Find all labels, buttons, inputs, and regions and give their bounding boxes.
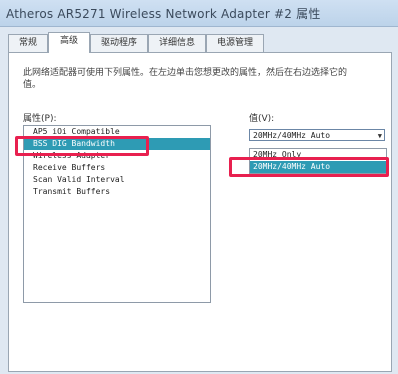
tab-advanced[interactable]: 高级 <box>48 32 90 53</box>
tab-power-management[interactable]: 电源管理 <box>206 34 264 52</box>
list-item[interactable]: Receive Buffers <box>24 162 210 174</box>
value-combobox-text: 20MHz/40MHz Auto <box>253 131 331 140</box>
property-label: 属性(P): <box>23 114 57 124</box>
tab-general[interactable]: 常规 <box>8 34 48 52</box>
tab-strip: 常规 高级 驱动程序 详细信息 电源管理 <box>8 32 390 54</box>
advanced-panel: 此网络适配器可使用下列属性。在左边单击您想更改的属性，然后在右边选择它的值。 属… <box>8 52 392 372</box>
highlight-box-option <box>229 157 389 177</box>
highlight-box-property <box>15 136 149 156</box>
tab-driver[interactable]: 驱动程序 <box>90 34 148 52</box>
value-combobox[interactable]: 20MHz/40MHz Auto ▼ <box>249 129 385 141</box>
tab-details[interactable]: 详细信息 <box>148 34 206 52</box>
chevron-down-icon[interactable]: ▼ <box>378 130 382 142</box>
value-label: 值(V): <box>249 114 275 124</box>
title-bar: Atheros AR5271 Wireless Network Adapter … <box>0 0 398 27</box>
list-item[interactable]: Scan Valid Interval <box>24 174 210 186</box>
description-text: 此网络适配器可使用下列属性。在左边单击您想更改的属性，然后在右边选择它的值。 <box>23 68 348 90</box>
list-item[interactable]: Transmit Buffers <box>24 186 210 198</box>
window-title: Atheros AR5271 Wireless Network Adapter … <box>6 7 321 21</box>
